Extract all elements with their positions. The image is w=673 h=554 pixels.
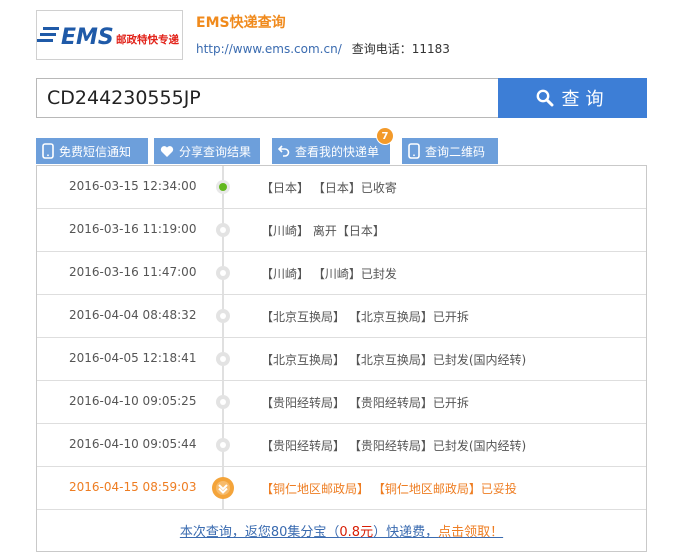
delivered-icon <box>212 477 234 499</box>
promo-middle: ）快递费， <box>373 525 439 540</box>
phone-icon <box>42 143 54 159</box>
ems-logo-graphic: EMS 邮政特快专递 <box>37 25 179 50</box>
tracking-number-input[interactable] <box>36 78 499 118</box>
search-button[interactable]: 查询 <box>498 78 647 118</box>
promo-prefix: 本次查询，返您80集分宝（ <box>179 525 340 540</box>
timeline-dot <box>216 223 230 237</box>
tracking-desc: 【贵阳经转局】 【贵阳经转局】已封发(国内经转) <box>261 439 527 453</box>
tab-my-orders[interactable]: 查看我的快递单 <box>272 138 390 164</box>
timeline-dot <box>216 309 230 323</box>
tab-label: 查询二维码 <box>425 144 486 159</box>
tracking-time: 2016-03-16 11:19:00 <box>69 222 197 236</box>
logo-text: EMS <box>61 25 114 50</box>
tracking-desc: 【贵阳经转局】 【贵阳经转局】已开拆 <box>261 396 469 410</box>
tracking-timeline: 2016-03-15 12:34:00 【日本】 【日本】已收寄 2016-03… <box>36 165 647 552</box>
tracking-desc: 【铜仁地区邮政局】 【铜仁地区邮政局】已妥投 <box>261 482 517 496</box>
tracking-row: 2016-04-10 09:05:44 【贵阳经转局】 【贵阳经转局】已封发(国… <box>37 424 646 467</box>
tab-qr-code[interactable]: 查询二维码 <box>402 138 498 164</box>
tracking-desc: 【北京互换局】 【北京互换局】已封发(国内经转) <box>261 353 527 367</box>
tracking-time: 2016-04-10 09:05:44 <box>69 437 197 451</box>
tracking-time: 2016-04-15 08:59:03 <box>69 480 197 494</box>
tab-label: 查看我的快递单 <box>295 144 380 159</box>
promo-cta: 点击领取！ <box>438 525 504 540</box>
tracking-row: 2016-03-16 11:19:00 【川崎】 离开【日本】 <box>37 209 646 252</box>
tracking-row: 2016-04-10 09:05:25 【贵阳经转局】 【贵阳经转局】已开拆 <box>37 381 646 424</box>
phone-label: 查询电话：11183 <box>351 42 450 56</box>
timeline-dot <box>216 352 230 366</box>
ems-logo[interactable]: EMS 邮政特快专递 <box>36 10 183 60</box>
page-title: EMS快递查询 <box>196 15 286 31</box>
search-icon <box>536 89 553 107</box>
tracking-desc: 【北京互换局】 【北京互换局】已开拆 <box>261 310 469 324</box>
tracking-desc: 【川崎】 【川崎】已封发 <box>261 267 397 281</box>
tracking-desc: 【川崎】 离开【日本】 <box>261 224 385 238</box>
tab-label: 免费短信通知 <box>59 144 132 159</box>
tracking-row: 2016-04-04 08:48:32 【北京互换局】 【北京互换局】已开拆 <box>37 295 646 338</box>
order-count-badge: 7 <box>376 127 394 145</box>
tracking-row: 2016-03-16 11:47:00 【川崎】 【川崎】已封发 <box>37 252 646 295</box>
promo-amount: 0.8元 <box>339 525 374 540</box>
timeline-dot <box>216 438 230 452</box>
logo-subtext: 邮政特快专递 <box>116 33 179 46</box>
search-button-label: 查询 <box>561 89 610 110</box>
phone-icon <box>408 143 420 159</box>
tracking-time: 2016-03-15 12:34:00 <box>69 179 197 193</box>
tracking-row: 2016-04-05 12:18:41 【北京互换局】 【北京互换局】已封发(国… <box>37 338 646 381</box>
current-status-dot <box>216 180 230 194</box>
timeline-dot <box>216 266 230 280</box>
tab-sms-notify[interactable]: 免费短信通知 <box>36 138 148 164</box>
chevron-down-icon <box>216 481 230 495</box>
tracking-time: 2016-04-10 09:05:25 <box>69 394 197 408</box>
tracking-time: 2016-04-05 12:18:41 <box>69 351 197 365</box>
back-arrow-icon <box>278 145 290 157</box>
tracking-desc: 【日本】 【日本】已收寄 <box>261 181 397 195</box>
tab-share-result[interactable]: 分享查询结果 <box>154 138 260 164</box>
tracking-row: 2016-03-15 12:34:00 【日本】 【日本】已收寄 <box>37 166 646 209</box>
website-link[interactable]: http://www.ems.com.cn/ <box>196 42 342 56</box>
header-info: http://www.ems.com.cn/查询电话：11183 <box>196 40 450 57</box>
tracking-row-delivered: 2016-04-15 08:59:03 【铜仁地区邮政局】 【铜仁地区邮政局】已… <box>37 467 646 510</box>
heart-icon <box>160 145 174 157</box>
promo-link[interactable]: 本次查询，返您80集分宝（ 0.8元 ）快递费， 点击领取！ <box>37 510 646 551</box>
tab-label: 分享查询结果 <box>179 144 252 159</box>
tracking-time: 2016-04-04 08:48:32 <box>69 308 197 322</box>
tracking-time: 2016-03-16 11:47:00 <box>69 265 197 279</box>
timeline-dot <box>216 395 230 409</box>
